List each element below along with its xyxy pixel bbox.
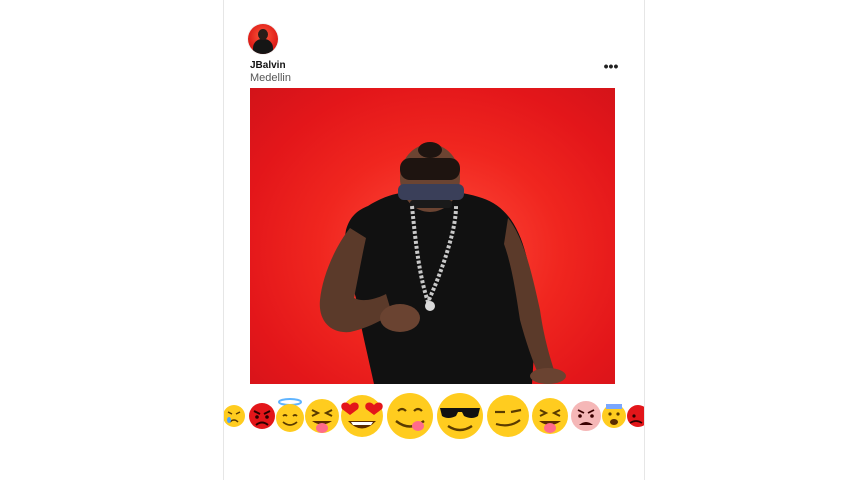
tongue-out-squinting-face-icon[interactable] <box>532 398 568 434</box>
avatar-head <box>258 29 268 40</box>
hair-bun-shape <box>418 142 442 158</box>
more-options-button[interactable]: ••• <box>602 59 620 76</box>
halo-smiling-face-icon[interactable] <box>276 398 304 432</box>
post-location[interactable]: Medellin <box>250 72 291 84</box>
disgusted-face-icon[interactable] <box>571 401 601 431</box>
left-hand-shape <box>380 304 420 332</box>
sunglasses-face-icon[interactable] <box>437 393 483 439</box>
smirking-face-icon[interactable] <box>487 395 529 437</box>
chain-pendant-shape <box>425 301 435 311</box>
photo-figure <box>319 142 566 384</box>
post-card: JBalvin Medellin ••• <box>223 0 645 480</box>
right-hand-shape <box>530 368 566 384</box>
angry-face-icon[interactable] <box>627 405 644 427</box>
post-username[interactable]: JBalvin <box>250 60 286 71</box>
page: JBalvin Medellin ••• <box>0 0 852 480</box>
yum-face-icon[interactable] <box>387 393 433 439</box>
heart-eyes-face-icon[interactable] <box>341 395 383 437</box>
emoji-reaction-strip[interactable] <box>224 390 644 446</box>
crying-face-icon[interactable] <box>224 405 245 427</box>
hair-shape <box>400 158 460 180</box>
avatar-body <box>253 39 273 54</box>
bandana-shape <box>398 184 464 200</box>
avatar[interactable] <box>248 24 278 54</box>
scared-face-icon[interactable] <box>602 404 626 428</box>
shirt-shape <box>344 191 535 384</box>
emoji-strip-canvas <box>224 393 644 439</box>
tongue-out-squinting-face-icon[interactable] <box>305 399 339 433</box>
angry-face-icon[interactable] <box>249 403 275 429</box>
post-photo[interactable] <box>250 88 615 384</box>
sunglasses-shape <box>410 200 452 208</box>
